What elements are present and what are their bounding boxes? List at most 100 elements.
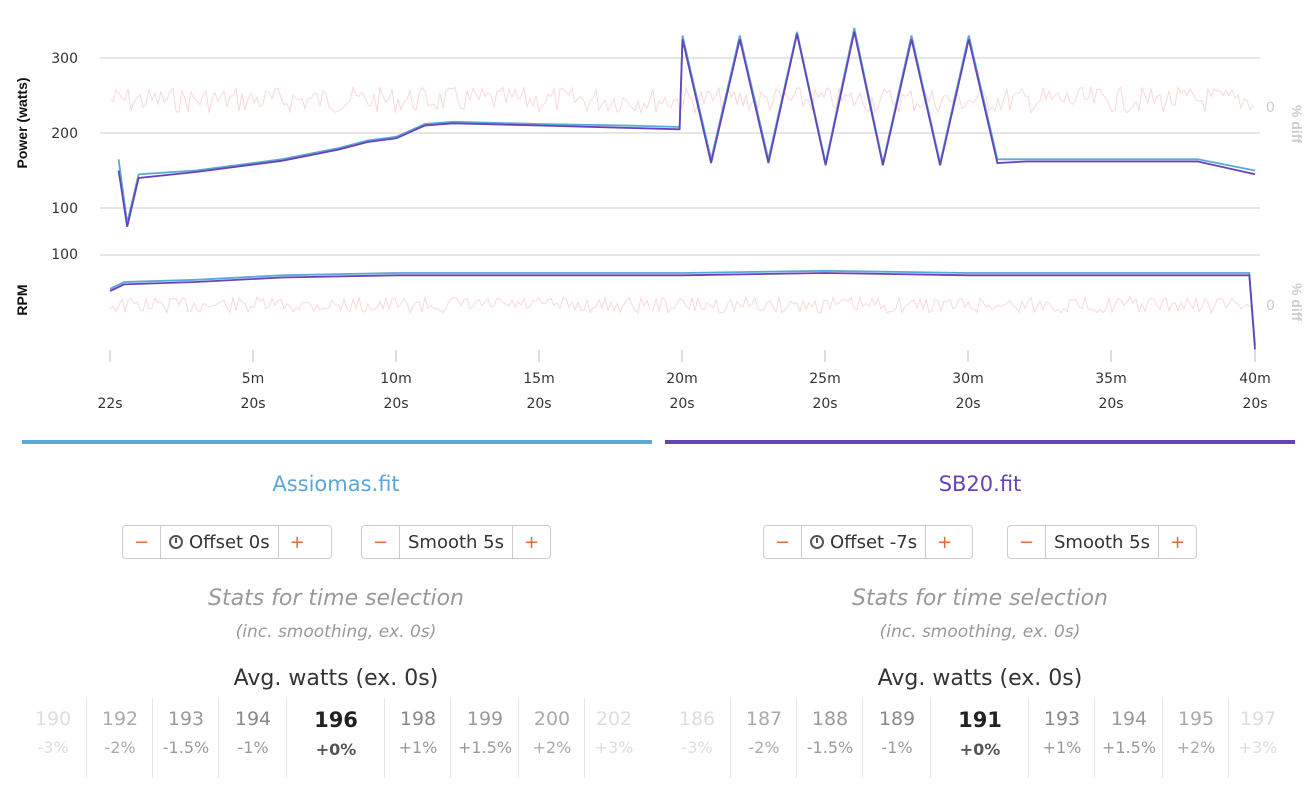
power-tick-label: 200	[51, 126, 78, 142]
file2-offset-decrease-button[interactable]: −	[764, 526, 802, 558]
file1-panel: Assiomas.fit − Offset 0s + − Smooth 5s +…	[16, 444, 656, 787]
avg-watts-cell[interactable]: 194 +1.5%	[1096, 698, 1162, 778]
file1-offset-label: Offset 0s	[189, 531, 270, 553]
file1-smooth-control: − Smooth 5s +	[361, 525, 551, 559]
power-tick-label: 100	[51, 201, 78, 217]
cell-separator	[730, 698, 731, 778]
x-tick-label-bottom: 20s	[240, 396, 265, 412]
avg-watts-pct: +0%	[315, 740, 357, 759]
diff-axis-label-bottom: % diff	[1289, 283, 1305, 321]
x-tick-label-top: 40m	[1239, 371, 1270, 387]
rpm-axis-label: RPM	[14, 284, 30, 315]
avg-watts-cell[interactable]: 197 +3%	[1230, 698, 1286, 778]
file1-smooth-increase-button[interactable]: +	[512, 526, 550, 558]
avg-watts-pct: -2%	[748, 738, 780, 757]
avg-watts-cell[interactable]: 189 -1%	[864, 698, 930, 778]
avg-watts-value: 189	[878, 708, 916, 730]
avg-watts-value: 202	[595, 708, 633, 730]
x-tick-label-top: 35m	[1095, 371, 1126, 387]
avg-watts-value: 199	[466, 708, 504, 730]
avg-watts-cell[interactable]: 186 -3%	[668, 698, 726, 778]
x-tick-label-bottom: 22s	[97, 396, 122, 412]
cell-separator	[286, 698, 287, 778]
file2-stats-title: Stats for time selection	[852, 586, 1108, 611]
cell-separator	[796, 698, 797, 778]
file2-name[interactable]: SB20.fit	[660, 472, 1300, 496]
file1-name[interactable]: Assiomas.fit	[16, 472, 656, 496]
file1-offset-decrease-button[interactable]: −	[123, 526, 161, 558]
avg-watts-value: 194	[234, 708, 272, 730]
cell-separator	[1162, 698, 1163, 778]
avg-watts-pct: +1.5%	[457, 738, 513, 757]
avg-watts-pct: +1%	[1042, 738, 1082, 757]
avg-watts-cell[interactable]: 200 +2%	[520, 698, 584, 778]
avg-watts-pct: -1.5%	[162, 738, 210, 757]
file2-offset-increase-button[interactable]: +	[925, 526, 963, 558]
clock-icon	[810, 535, 824, 549]
avg-watts-cell[interactable]: 202 +3%	[586, 698, 642, 778]
cell-separator	[584, 698, 585, 778]
avg-watts-cell[interactable]: 187 -2%	[732, 698, 796, 778]
cell-separator	[152, 698, 153, 778]
cell-separator	[86, 698, 87, 778]
file2-smooth-decrease-button[interactable]: −	[1008, 526, 1046, 558]
avg-watts-pct: +3%	[1238, 738, 1278, 757]
x-tick-label-top: 15m	[523, 371, 554, 387]
diff-zero-label-top: 0	[1266, 100, 1275, 116]
x-tick-label-top: 20m	[666, 371, 697, 387]
avg-watts-pct: -2%	[104, 738, 136, 757]
x-tick-label-top: 5m	[242, 371, 265, 387]
file2-stats-subtitle: (inc. smoothing, ex. 0s)	[879, 622, 1081, 642]
file2-smooth-label: Smooth 5s	[1054, 531, 1151, 553]
power-axis-label: Power (watts)	[14, 77, 30, 168]
file1-avg-watts-strip: 190 -3% 192 -2% 193 -1.5% 194 -1% 196 +0% 198 +1% 19…	[16, 698, 656, 778]
avg-watts-pct: +1.5%	[1101, 738, 1157, 757]
avg-watts-pct: -3%	[37, 738, 69, 757]
avg-watts-value: 193	[1043, 708, 1081, 730]
avg-watts-cell[interactable]: 193 +1%	[1030, 698, 1094, 778]
diff-axis-label-top: % diff	[1289, 105, 1305, 143]
avg-watts-cell[interactable]: 196 +0%	[288, 698, 384, 778]
x-tick-label-bottom: 20s	[1242, 396, 1267, 412]
file2-panel: SB20.fit − Offset -7s + − Smooth 5s + St…	[660, 444, 1300, 787]
avg-watts-pct: +3%	[594, 738, 634, 757]
avg-watts-value: 187	[745, 708, 783, 730]
power-rpm-chart[interactable]: 300 200 100 100 Power (watts) RPM % diff % …	[0, 0, 1315, 430]
cell-separator	[862, 698, 863, 778]
clock-icon	[169, 535, 183, 549]
file2-offset-label: Offset -7s	[830, 531, 918, 553]
avg-watts-pct: +0%	[959, 740, 1001, 759]
x-tick-label-bottom: 20s	[383, 396, 408, 412]
avg-watts-cell[interactable]: 192 -2%	[88, 698, 152, 778]
cell-separator	[930, 698, 931, 778]
avg-watts-cell[interactable]: 191 +0%	[932, 698, 1028, 778]
avg-watts-cell[interactable]: 198 +1%	[386, 698, 450, 778]
cell-separator	[1228, 698, 1229, 778]
rpm-series-2	[109, 272, 1256, 350]
avg-watts-value: 197	[1239, 708, 1277, 730]
file2-avg-watts-strip: 186 -3% 187 -2% 188 -1.5% 189 -1% 191 +0% 193 +1% 19…	[660, 698, 1300, 778]
file1-offset-increase-button[interactable]: +	[277, 526, 316, 558]
file1-smooth-decrease-button[interactable]: −	[362, 526, 400, 558]
avg-watts-cell[interactable]: 195 +2%	[1164, 698, 1228, 778]
cell-separator	[384, 698, 385, 778]
avg-watts-value: 191	[958, 708, 1002, 732]
x-tick-label-bottom: 20s	[955, 396, 980, 412]
avg-watts-cell[interactable]: 188 -1.5%	[798, 698, 862, 778]
cell-separator	[1028, 698, 1029, 778]
avg-watts-pct: -1%	[881, 738, 913, 757]
x-tick-label-bottom: 20s	[669, 396, 694, 412]
x-tick-label-top: 25m	[809, 371, 840, 387]
avg-watts-value: 198	[399, 708, 437, 730]
avg-watts-pct: -1%	[237, 738, 269, 757]
avg-watts-value: 188	[811, 708, 849, 730]
avg-watts-value: 193	[167, 708, 205, 730]
file2-smooth-increase-button[interactable]: +	[1158, 526, 1196, 558]
avg-watts-value: 192	[101, 708, 139, 730]
avg-watts-cell[interactable]: 193 -1.5%	[154, 698, 218, 778]
avg-watts-cell[interactable]: 190 -3%	[24, 698, 82, 778]
avg-watts-cell[interactable]: 199 +1.5%	[452, 698, 518, 778]
avg-watts-pct: +2%	[532, 738, 572, 757]
x-tick-label-bottom: 20s	[812, 396, 837, 412]
avg-watts-cell[interactable]: 194 -1%	[220, 698, 286, 778]
